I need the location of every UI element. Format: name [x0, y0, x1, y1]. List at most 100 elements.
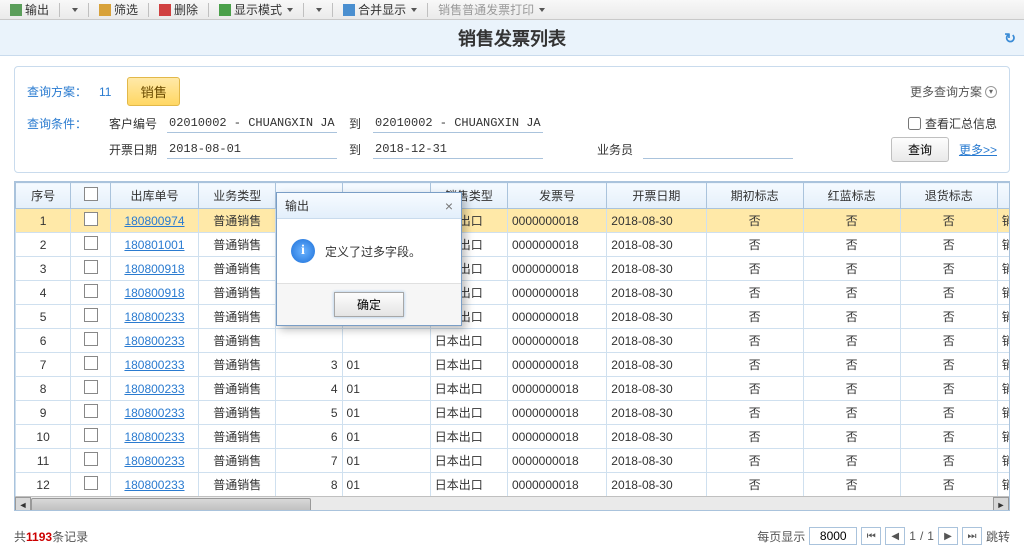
- checkbox-icon[interactable]: [84, 476, 98, 490]
- cell-date: 2018-08-30: [607, 473, 706, 497]
- col-return-flag[interactable]: 退货标志: [900, 183, 997, 209]
- cell-out-no[interactable]: 180800233: [110, 353, 198, 377]
- col-out-no[interactable]: 出库单号: [110, 183, 198, 209]
- col-period-flag[interactable]: 期初标志: [706, 183, 803, 209]
- cell-out-no[interactable]: 180800918: [110, 257, 198, 281]
- customer-to-input[interactable]: [373, 114, 543, 133]
- cell-f2: 否: [803, 353, 900, 377]
- dropdown-button[interactable]: [64, 7, 84, 13]
- cell-check[interactable]: [71, 449, 111, 473]
- pager-next-button[interactable]: ▶: [938, 527, 958, 545]
- cell-out-no[interactable]: 180800233: [110, 425, 198, 449]
- col-seq[interactable]: 序号: [16, 183, 71, 209]
- date-to-input[interactable]: [373, 140, 543, 159]
- checkbox-icon[interactable]: [84, 236, 98, 250]
- col-biz-type[interactable]: 业务类型: [199, 183, 276, 209]
- cell-check[interactable]: [71, 425, 111, 449]
- cell-check[interactable]: [71, 233, 111, 257]
- cell-check[interactable]: [71, 401, 111, 425]
- cell-out-no[interactable]: 180800233: [110, 473, 198, 497]
- pager-first-button[interactable]: ⏮: [861, 527, 881, 545]
- cell-out-no[interactable]: 180800233: [110, 401, 198, 425]
- more-schemes-link[interactable]: 更多查询方案 ▾: [910, 83, 997, 100]
- cell-check[interactable]: [71, 305, 111, 329]
- scroll-right-icon[interactable]: ►: [993, 497, 1009, 511]
- table-row[interactable]: 8180800233普通销售401日本出口00000000182018-08-3…: [16, 377, 1010, 401]
- info-icon: i: [291, 239, 315, 263]
- dropdown-button-2[interactable]: [308, 7, 328, 13]
- salesperson-input[interactable]: [643, 140, 793, 159]
- col-check[interactable]: [71, 183, 111, 209]
- checkbox-icon[interactable]: [84, 404, 98, 418]
- export-button[interactable]: 输出: [4, 0, 55, 19]
- page-total: 1: [927, 529, 934, 543]
- checkbox-icon[interactable]: [84, 452, 98, 466]
- scroll-left-icon[interactable]: ◄: [15, 497, 31, 511]
- cell-out-no[interactable]: 180800918: [110, 281, 198, 305]
- table-row[interactable]: 3180800918普通销售日本出口00000000182018-08-30否否…: [16, 257, 1010, 281]
- col-inv-type[interactable]: 发票类: [997, 183, 1009, 209]
- table-row[interactable]: 4180800918普通销售日本出口00000000182018-08-30否否…: [16, 281, 1010, 305]
- table-row[interactable]: 1180800974普通销售日本出口00000000182018-08-30否否…: [16, 209, 1010, 233]
- checkbox-icon[interactable]: [84, 284, 98, 298]
- horizontal-scrollbar[interactable]: ◄ ►: [15, 496, 1009, 511]
- delete-button[interactable]: 删除: [153, 0, 204, 19]
- page-size-input[interactable]: [809, 527, 857, 545]
- table-row[interactable]: 7180800233普通销售301日本出口00000000182018-08-3…: [16, 353, 1010, 377]
- checkbox-icon[interactable]: [84, 308, 98, 322]
- checkbox-icon[interactable]: [84, 380, 98, 394]
- checkbox-icon[interactable]: [84, 356, 98, 370]
- print-dropdown-button[interactable]: 销售普通发票打印: [432, 0, 551, 19]
- cell-check[interactable]: [71, 281, 111, 305]
- dialog-title-bar[interactable]: 输出 ×: [277, 193, 461, 219]
- query-button[interactable]: 查询: [891, 137, 949, 162]
- sale-button[interactable]: 销售: [127, 77, 180, 106]
- cell-f3: 否: [900, 329, 997, 353]
- merge-display-button[interactable]: 合并显示: [337, 0, 423, 19]
- table-row[interactable]: 2180801001普通销售日本出口00000000182018-08-30否否…: [16, 233, 1010, 257]
- checkbox-icon[interactable]: [84, 428, 98, 442]
- grid-scroll[interactable]: 序号 出库单号 业务类型 销售类型 发票号 开票日期 期初标志 红蓝标志 退货标…: [15, 182, 1009, 496]
- refresh-icon[interactable]: ↻: [1004, 30, 1016, 47]
- cell-out-no[interactable]: 180801001: [110, 233, 198, 257]
- cell-check[interactable]: [71, 257, 111, 281]
- table-row[interactable]: 9180800233普通销售501日本出口00000000182018-08-3…: [16, 401, 1010, 425]
- cell-f2: 否: [803, 233, 900, 257]
- ok-button[interactable]: 确定: [334, 292, 404, 317]
- cell-check[interactable]: [71, 377, 111, 401]
- table-row[interactable]: 12180800233普通销售801日本出口00000000182018-08-…: [16, 473, 1010, 497]
- scrollbar-thumb[interactable]: [31, 498, 311, 511]
- table-row[interactable]: 10180800233普通销售601日本出口00000000182018-08-…: [16, 425, 1010, 449]
- cell-check[interactable]: [71, 329, 111, 353]
- cell-check[interactable]: [71, 209, 111, 233]
- cell-out-no[interactable]: 180800974: [110, 209, 198, 233]
- checkbox-icon[interactable]: [84, 332, 98, 346]
- cell-check[interactable]: [71, 353, 111, 377]
- cell-sale-type: 日本出口: [430, 353, 507, 377]
- col-rb-flag[interactable]: 红蓝标志: [803, 183, 900, 209]
- cell-out-no[interactable]: 180800233: [110, 329, 198, 353]
- cell-out-no[interactable]: 180800233: [110, 449, 198, 473]
- checkbox-icon[interactable]: [84, 187, 98, 201]
- customer-from-input[interactable]: [167, 114, 337, 133]
- display-mode-button[interactable]: 显示模式: [213, 0, 299, 19]
- table-row[interactable]: 11180800233普通销售701日本出口00000000182018-08-…: [16, 449, 1010, 473]
- table-row[interactable]: 6180800233普通销售日本出口00000000182018-08-30否否…: [16, 329, 1010, 353]
- cell-out-no[interactable]: 180800233: [110, 305, 198, 329]
- col-invoice[interactable]: 发票号: [507, 183, 606, 209]
- date-from-input[interactable]: [167, 140, 337, 159]
- cell-check[interactable]: [71, 473, 111, 497]
- cell-out-no[interactable]: 180800233: [110, 377, 198, 401]
- checkbox-icon[interactable]: [84, 212, 98, 226]
- pager-last-button[interactable]: ⏭: [962, 527, 982, 545]
- summary-checkbox[interactable]: 查看汇总信息: [908, 115, 997, 132]
- col-date[interactable]: 开票日期: [607, 183, 706, 209]
- more-link[interactable]: 更多>>: [959, 141, 997, 158]
- pager-prev-button[interactable]: ◀: [885, 527, 905, 545]
- filter-button[interactable]: 筛选: [93, 0, 144, 19]
- chevron-down-icon: [411, 8, 417, 12]
- summary-checkbox-input[interactable]: [908, 117, 921, 130]
- checkbox-icon[interactable]: [84, 260, 98, 274]
- close-icon[interactable]: ×: [445, 198, 453, 214]
- table-row[interactable]: 5180800233普通销售日本出口00000000182018-08-30否否…: [16, 305, 1010, 329]
